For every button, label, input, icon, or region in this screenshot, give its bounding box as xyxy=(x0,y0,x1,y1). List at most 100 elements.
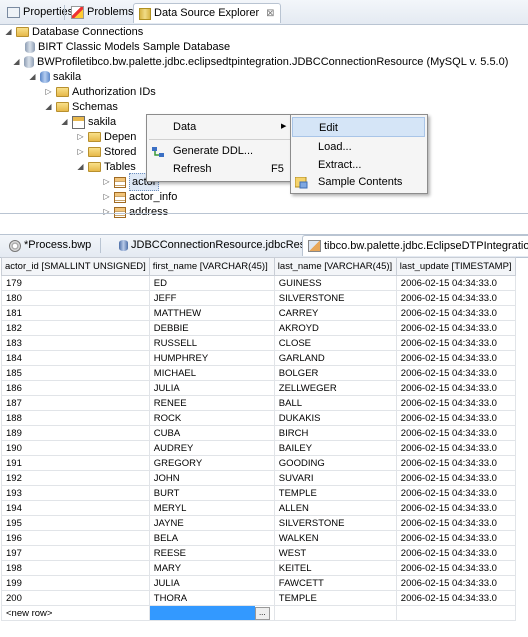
table-row[interactable]: 182 DEBBIE AKROYD 2006-02-15 04:34:33.0 xyxy=(1,320,516,336)
table-row[interactable]: 186 JULIA ZELLWEGER 2006-02-15 04:34:33.0 xyxy=(1,380,516,396)
close-icon[interactable]: ⊠ xyxy=(266,4,274,23)
table-row[interactable]: 188 ROCK DUKAKIS 2006-02-15 04:34:33.0 xyxy=(1,410,516,426)
expand-arrow-icon[interactable]: ▷ xyxy=(102,189,111,205)
table-row[interactable]: 195 JAYNE SILVERSTONE 2006-02-15 04:34:33.0 xyxy=(1,515,516,531)
tab-process-bwp[interactable]: *Process.bwp xyxy=(4,236,96,255)
table-cell[interactable]: 2006-02-15 04:34:33.0 xyxy=(395,545,516,561)
table-cell[interactable]: 187 xyxy=(1,395,150,411)
tree-item-schema-sakila[interactable]: ◢ sakila xyxy=(60,114,116,130)
table-cell[interactable]: GARLAND xyxy=(273,350,397,366)
table-cell[interactable]: 2006-02-15 04:34:33.0 xyxy=(395,275,516,291)
table-cell[interactable]: 189 xyxy=(1,425,150,441)
table-row[interactable]: 194 MERYL ALLEN 2006-02-15 04:34:33.0 xyxy=(1,500,516,516)
collapse-arrow-icon[interactable]: ◢ xyxy=(28,69,37,85)
tree-item-dependencies[interactable]: ▷ Depen xyxy=(76,129,136,145)
column-header[interactable]: last_name [VARCHAR(45)] xyxy=(273,257,397,276)
tree-item-authorization-ids[interactable]: ▷ Authorization IDs xyxy=(44,84,155,100)
table-cell[interactable]: 179 xyxy=(1,275,150,291)
new-row-label[interactable]: <new row> xyxy=(1,605,150,621)
table-row[interactable]: 191 GREGORY GOODING 2006-02-15 04:34:33.0 xyxy=(1,455,516,471)
table-cell[interactable]: WEST xyxy=(273,545,397,561)
table-cell[interactable]: 181 xyxy=(1,305,150,321)
table-cell[interactable]: CARREY xyxy=(273,305,397,321)
table-cell[interactable] xyxy=(273,605,397,621)
table-cell[interactable]: 2006-02-15 04:34:33.0 xyxy=(395,380,516,396)
table-row[interactable]: 184 HUMPHREY GARLAND 2006-02-15 04:34:33.0 xyxy=(1,350,516,366)
collapse-arrow-icon[interactable]: ◢ xyxy=(4,24,13,40)
tree-item-tables[interactable]: ◢ Tables xyxy=(76,159,135,175)
table-cell[interactable]: DEBBIE xyxy=(148,320,275,336)
collapse-arrow-icon[interactable]: ◢ xyxy=(60,114,69,130)
table-row[interactable]: 181 MATTHEW CARREY 2006-02-15 04:34:33.0 xyxy=(1,305,516,321)
table-cell[interactable]: MARY xyxy=(148,560,275,576)
table-cell[interactable]: TEMPLE xyxy=(273,485,397,501)
table-row[interactable]: 189 CUBA BIRCH 2006-02-15 04:34:33.0 xyxy=(1,425,516,441)
menu-item-refresh[interactable]: Refresh F5 xyxy=(147,159,292,179)
table-cell[interactable]: MATTHEW xyxy=(148,305,275,321)
table-cell[interactable]: 196 xyxy=(1,530,150,546)
table-cell[interactable]: ROCK xyxy=(148,410,275,426)
menu-item-sample-contents[interactable]: Sample Contents xyxy=(292,172,425,192)
table-cell[interactable]: 192 xyxy=(1,470,150,486)
table-row[interactable]: 200 THORA TEMPLE 2006-02-15 04:34:33.0 xyxy=(1,590,516,606)
table-cell[interactable]: CUBA xyxy=(148,425,275,441)
table-cell[interactable]: 2006-02-15 04:34:33.0 xyxy=(395,470,516,486)
tab-eclipse-dtp-integration[interactable]: tibco.bw.palette.jdbc.EclipseDTPIntegrat… xyxy=(302,235,528,256)
table-cell[interactable]: 185 xyxy=(1,365,150,381)
table-cell[interactable]: WALKEN xyxy=(273,530,397,546)
table-cell[interactable]: FAWCETT xyxy=(273,575,397,591)
table-cell[interactable]: 183 xyxy=(1,335,150,351)
expand-arrow-icon[interactable]: ▷ xyxy=(102,174,111,190)
table-row[interactable]: 183 RUSSELL CLOSE 2006-02-15 04:34:33.0 xyxy=(1,335,516,351)
menu-item-edit[interactable]: Edit xyxy=(292,117,425,137)
tree-item-table-address[interactable]: ▷ address xyxy=(102,204,168,220)
tree-item-table-actor-info[interactable]: ▷ actor_info xyxy=(102,189,177,205)
table-cell[interactable]: 2006-02-15 04:34:33.0 xyxy=(395,350,516,366)
tree-item-stored-procedures[interactable]: ▷ Stored xyxy=(76,144,136,160)
table-cell[interactable]: 2006-02-15 04:34:33.0 xyxy=(395,500,516,516)
expand-arrow-icon[interactable]: ▷ xyxy=(76,144,85,160)
table-cell[interactable]: GOODING xyxy=(273,455,397,471)
column-header[interactable]: first_name [VARCHAR(45)] xyxy=(148,257,275,276)
table-cell[interactable]: 197 xyxy=(1,545,150,561)
table-cell[interactable]: 184 xyxy=(1,350,150,366)
table-cell[interactable]: 2006-02-15 04:34:33.0 xyxy=(395,590,516,606)
table-cell[interactable]: SUVARI xyxy=(273,470,397,486)
table-cell[interactable]: REESE xyxy=(148,545,275,561)
table-row[interactable]: 193 BURT TEMPLE 2006-02-15 04:34:33.0 xyxy=(1,485,516,501)
table-cell[interactable]: ALLEN xyxy=(273,500,397,516)
table-cell[interactable]: CLOSE xyxy=(273,335,397,351)
table-cell[interactable]: 2006-02-15 04:34:33.0 xyxy=(395,485,516,501)
table-cell[interactable]: 188 xyxy=(1,410,150,426)
table-cell[interactable]: AKROYD xyxy=(273,320,397,336)
table-cell[interactable]: JULIA xyxy=(148,575,275,591)
table-cell[interactable]: BALL xyxy=(273,395,397,411)
table-cell[interactable]: 190 xyxy=(1,440,150,456)
tab-problems[interactable]: Problems xyxy=(66,3,138,22)
expand-arrow-icon[interactable]: ▷ xyxy=(76,129,85,145)
table-row[interactable]: 190 AUDREY BAILEY 2006-02-15 04:34:33.0 xyxy=(1,440,516,456)
table-cell[interactable]: JULIA xyxy=(148,380,275,396)
expand-arrow-icon[interactable]: ▷ xyxy=(44,84,53,100)
table-cell[interactable]: 2006-02-15 04:34:33.0 xyxy=(395,455,516,471)
table-cell[interactable]: 2006-02-15 04:34:33.0 xyxy=(395,335,516,351)
table-cell[interactable]: ED xyxy=(148,275,275,291)
table-cell[interactable]: 194 xyxy=(1,500,150,516)
table-cell[interactable]: 195 xyxy=(1,515,150,531)
tree-item-sakila-db[interactable]: ◢ sakila xyxy=(28,69,81,85)
new-row-editor[interactable]: ... xyxy=(148,605,275,621)
table-cell[interactable]: 2006-02-15 04:34:33.0 xyxy=(395,290,516,306)
table-cell[interactable]: 2006-02-15 04:34:33.0 xyxy=(395,425,516,441)
collapse-arrow-icon[interactable]: ◢ xyxy=(44,99,53,115)
table-cell[interactable]: 200 xyxy=(1,590,150,606)
table-row[interactable]: 199 JULIA FAWCETT 2006-02-15 04:34:33.0 xyxy=(1,575,516,591)
table-cell[interactable]: ZELLWEGER xyxy=(273,380,397,396)
table-cell[interactable]: 186 xyxy=(1,380,150,396)
table-cell[interactable]: 2006-02-15 04:34:33.0 xyxy=(395,395,516,411)
table-cell[interactable]: BURT xyxy=(148,485,275,501)
table-cell[interactable]: 199 xyxy=(1,575,150,591)
table-cell[interactable]: JOHN xyxy=(148,470,275,486)
table-cell[interactable]: 2006-02-15 04:34:33.0 xyxy=(395,440,516,456)
table-cell[interactable]: MICHAEL xyxy=(148,365,275,381)
table-row[interactable]: 198 MARY KEITEL 2006-02-15 04:34:33.0 xyxy=(1,560,516,576)
